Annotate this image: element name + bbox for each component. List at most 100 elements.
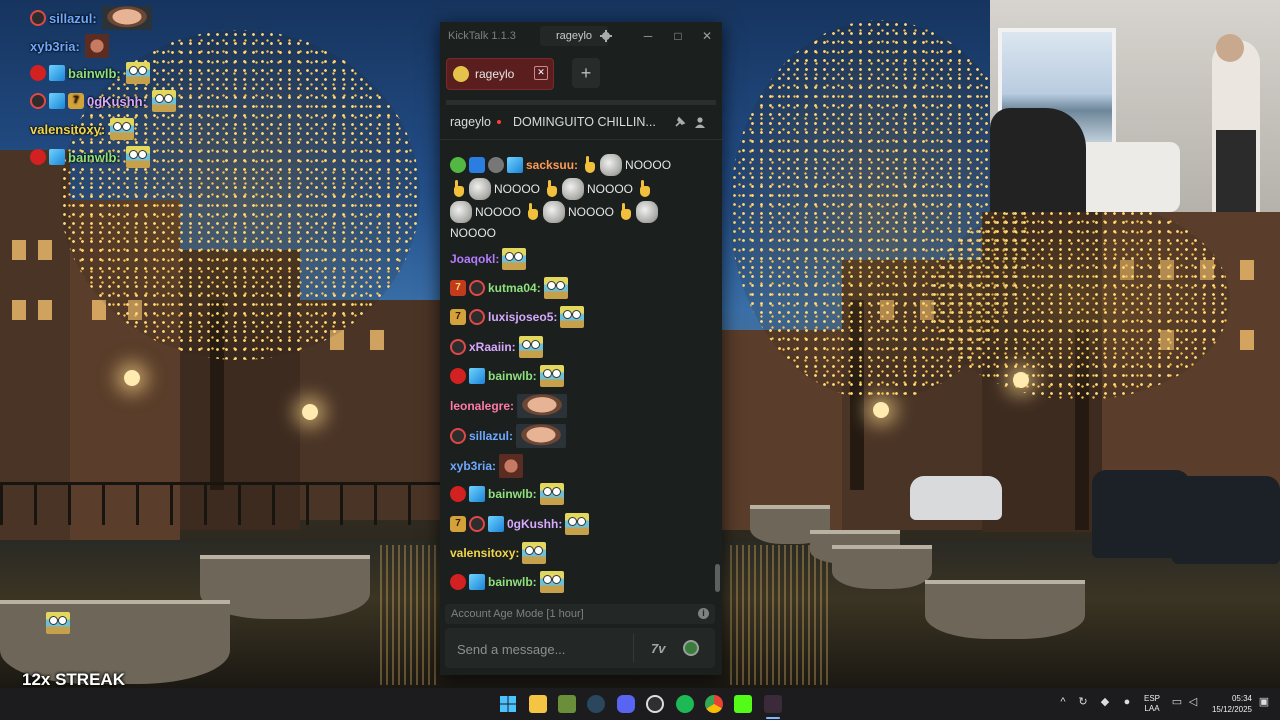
overlay-username: sillazul:	[49, 10, 97, 26]
badge-icon	[469, 516, 485, 532]
app-icon[interactable]	[558, 695, 576, 713]
chat-message: 7 0gKushh:	[450, 513, 590, 535]
close-icon[interactable]: ✕	[699, 28, 715, 44]
divider	[633, 634, 634, 662]
overlay-chat-row: bainwlb:	[30, 62, 150, 84]
chat-message: sacksuu: NOOOO	[450, 154, 671, 176]
badge-icon	[30, 10, 46, 26]
user-list-icon[interactable]	[694, 116, 706, 128]
chat-message: Joaqokl:	[450, 248, 527, 270]
clock-date: 15/12/2025	[1211, 705, 1252, 714]
badge-icon: 7	[450, 516, 466, 532]
active-app-indicator	[766, 717, 780, 719]
tab-rageylo[interactable]: rageylo ✕	[446, 58, 554, 90]
pointing-hand-emote-icon	[636, 180, 652, 198]
app-title: KickTalk 1.1.3	[448, 30, 516, 42]
kicktalk-taskbar-icon[interactable]	[764, 695, 782, 713]
kick-icon[interactable]	[734, 695, 752, 713]
chrome-icon[interactable]	[705, 695, 723, 713]
message-input[interactable]	[445, 628, 639, 670]
rock-emote-icon	[562, 178, 585, 200]
clock-time: 05:34	[1231, 694, 1252, 703]
badge-icon	[488, 516, 504, 532]
chat-username[interactable]: bainwlb:	[488, 575, 537, 589]
parked-car	[1172, 476, 1280, 564]
badge-icon	[507, 157, 523, 173]
chat-username[interactable]: sacksuu:	[526, 158, 578, 172]
chat-username[interactable]: luxisjoseo5:	[488, 310, 557, 324]
taskbar-clock[interactable]: 05:34 15/12/2025	[1202, 693, 1252, 715]
titlebar: KickTalk 1.1.3 rageylo ─ □ ✕	[440, 22, 722, 50]
chat-username[interactable]: xyb3ria:	[450, 459, 496, 473]
spotify-icon[interactable]	[676, 695, 694, 713]
overlay-chat-row: valensitoxy:	[30, 118, 135, 140]
badge-icon	[469, 574, 485, 590]
chat-message: 7 luxisjoseo5:	[450, 306, 585, 328]
chat-text: NOOOO	[494, 182, 541, 196]
shield-icon[interactable]: ◆	[1098, 695, 1112, 709]
chevron-up-icon[interactable]: ^	[1056, 695, 1070, 709]
chat-scrollbar-thumb[interactable]	[715, 564, 720, 592]
add-tab-button[interactable]: +	[572, 58, 600, 88]
kick-emote-picker-icon[interactable]	[683, 640, 699, 656]
boat	[925, 580, 1085, 639]
7tv-emote-picker-icon[interactable]: 7v	[651, 641, 665, 656]
light-reflection	[380, 545, 440, 685]
input-language[interactable]: ESP LAA	[1144, 694, 1160, 714]
badge-icon: 7	[68, 93, 84, 109]
pin-icon[interactable]	[674, 116, 686, 128]
network-icon[interactable]: ▭	[1170, 695, 1184, 709]
badge-icon	[469, 157, 485, 173]
file-explorer-icon[interactable]	[529, 695, 547, 713]
obs-icon[interactable]	[646, 695, 664, 713]
spongebob-emote-icon	[560, 306, 585, 328]
discord-icon[interactable]	[617, 695, 635, 713]
user-button[interactable]: rageylo	[540, 26, 608, 46]
pointing-hand-emote-icon	[581, 156, 597, 174]
overlay-username: xyb3ria:	[30, 38, 80, 54]
chat-username[interactable]: kutma04:	[488, 281, 541, 295]
face-emote-icon	[516, 424, 567, 448]
badge-icon	[450, 339, 466, 355]
badge-icon	[469, 486, 485, 502]
overlay-username: 0gKushh:	[87, 93, 147, 109]
chat-username[interactable]: xRaaiin:	[469, 340, 516, 354]
chat-username[interactable]: Joaqokl:	[450, 252, 499, 266]
chat-messages[interactable]: sacksuu: NOOOO NOOOO NOOOO NOOOO NOOOO N…	[440, 150, 716, 598]
badge-icon	[450, 157, 466, 173]
chat-username[interactable]: leonalegre:	[450, 399, 514, 413]
badge-icon	[49, 65, 65, 81]
notification-icon[interactable]: ▣	[1257, 695, 1271, 709]
wallpaper-window	[38, 240, 52, 260]
canal-railing	[0, 482, 440, 525]
chat-username[interactable]: sillazul:	[469, 429, 513, 443]
microphone-icon[interactable]: ●	[1120, 695, 1134, 709]
steam-icon[interactable]	[587, 695, 605, 713]
chat-username[interactable]: valensitoxy:	[450, 546, 519, 560]
chat-message: bainwlb:	[450, 365, 564, 387]
info-icon[interactable]: i	[698, 608, 709, 619]
minimize-icon[interactable]: ─	[640, 28, 656, 44]
badge-icon	[469, 309, 485, 325]
wallpaper-window	[38, 300, 52, 320]
sync-icon[interactable]: ↻	[1076, 695, 1090, 709]
maximize-icon[interactable]: □	[670, 28, 686, 44]
tab-close-icon[interactable]: ✕	[534, 66, 548, 80]
parked-car	[910, 476, 1002, 520]
overlay-username: valensitoxy:	[30, 121, 106, 137]
overlay-chat-row: bainwlb:	[30, 146, 150, 168]
chat-username[interactable]: bainwlb:	[488, 369, 537, 383]
chat-username[interactable]: 0gKushh:	[507, 517, 562, 531]
stream-title: DOMINGUITO CHILLIN...	[513, 115, 656, 129]
account-age-mode-bar: Account Age Mode [1 hour] i	[445, 604, 715, 624]
chat-username[interactable]: bainwlb:	[488, 487, 537, 501]
tab-label: rageylo	[475, 67, 515, 81]
windows-start-icon[interactable]	[499, 695, 517, 713]
settings-gear-icon[interactable]	[600, 30, 612, 42]
live-indicator-icon	[497, 120, 501, 124]
volume-icon[interactable]: ◁	[1186, 695, 1200, 709]
wallpaper-window	[12, 240, 26, 260]
badge-icon	[450, 428, 466, 444]
tab-bar: rageylo ✕ +	[440, 50, 722, 100]
channel-name: rageylo	[450, 115, 491, 129]
